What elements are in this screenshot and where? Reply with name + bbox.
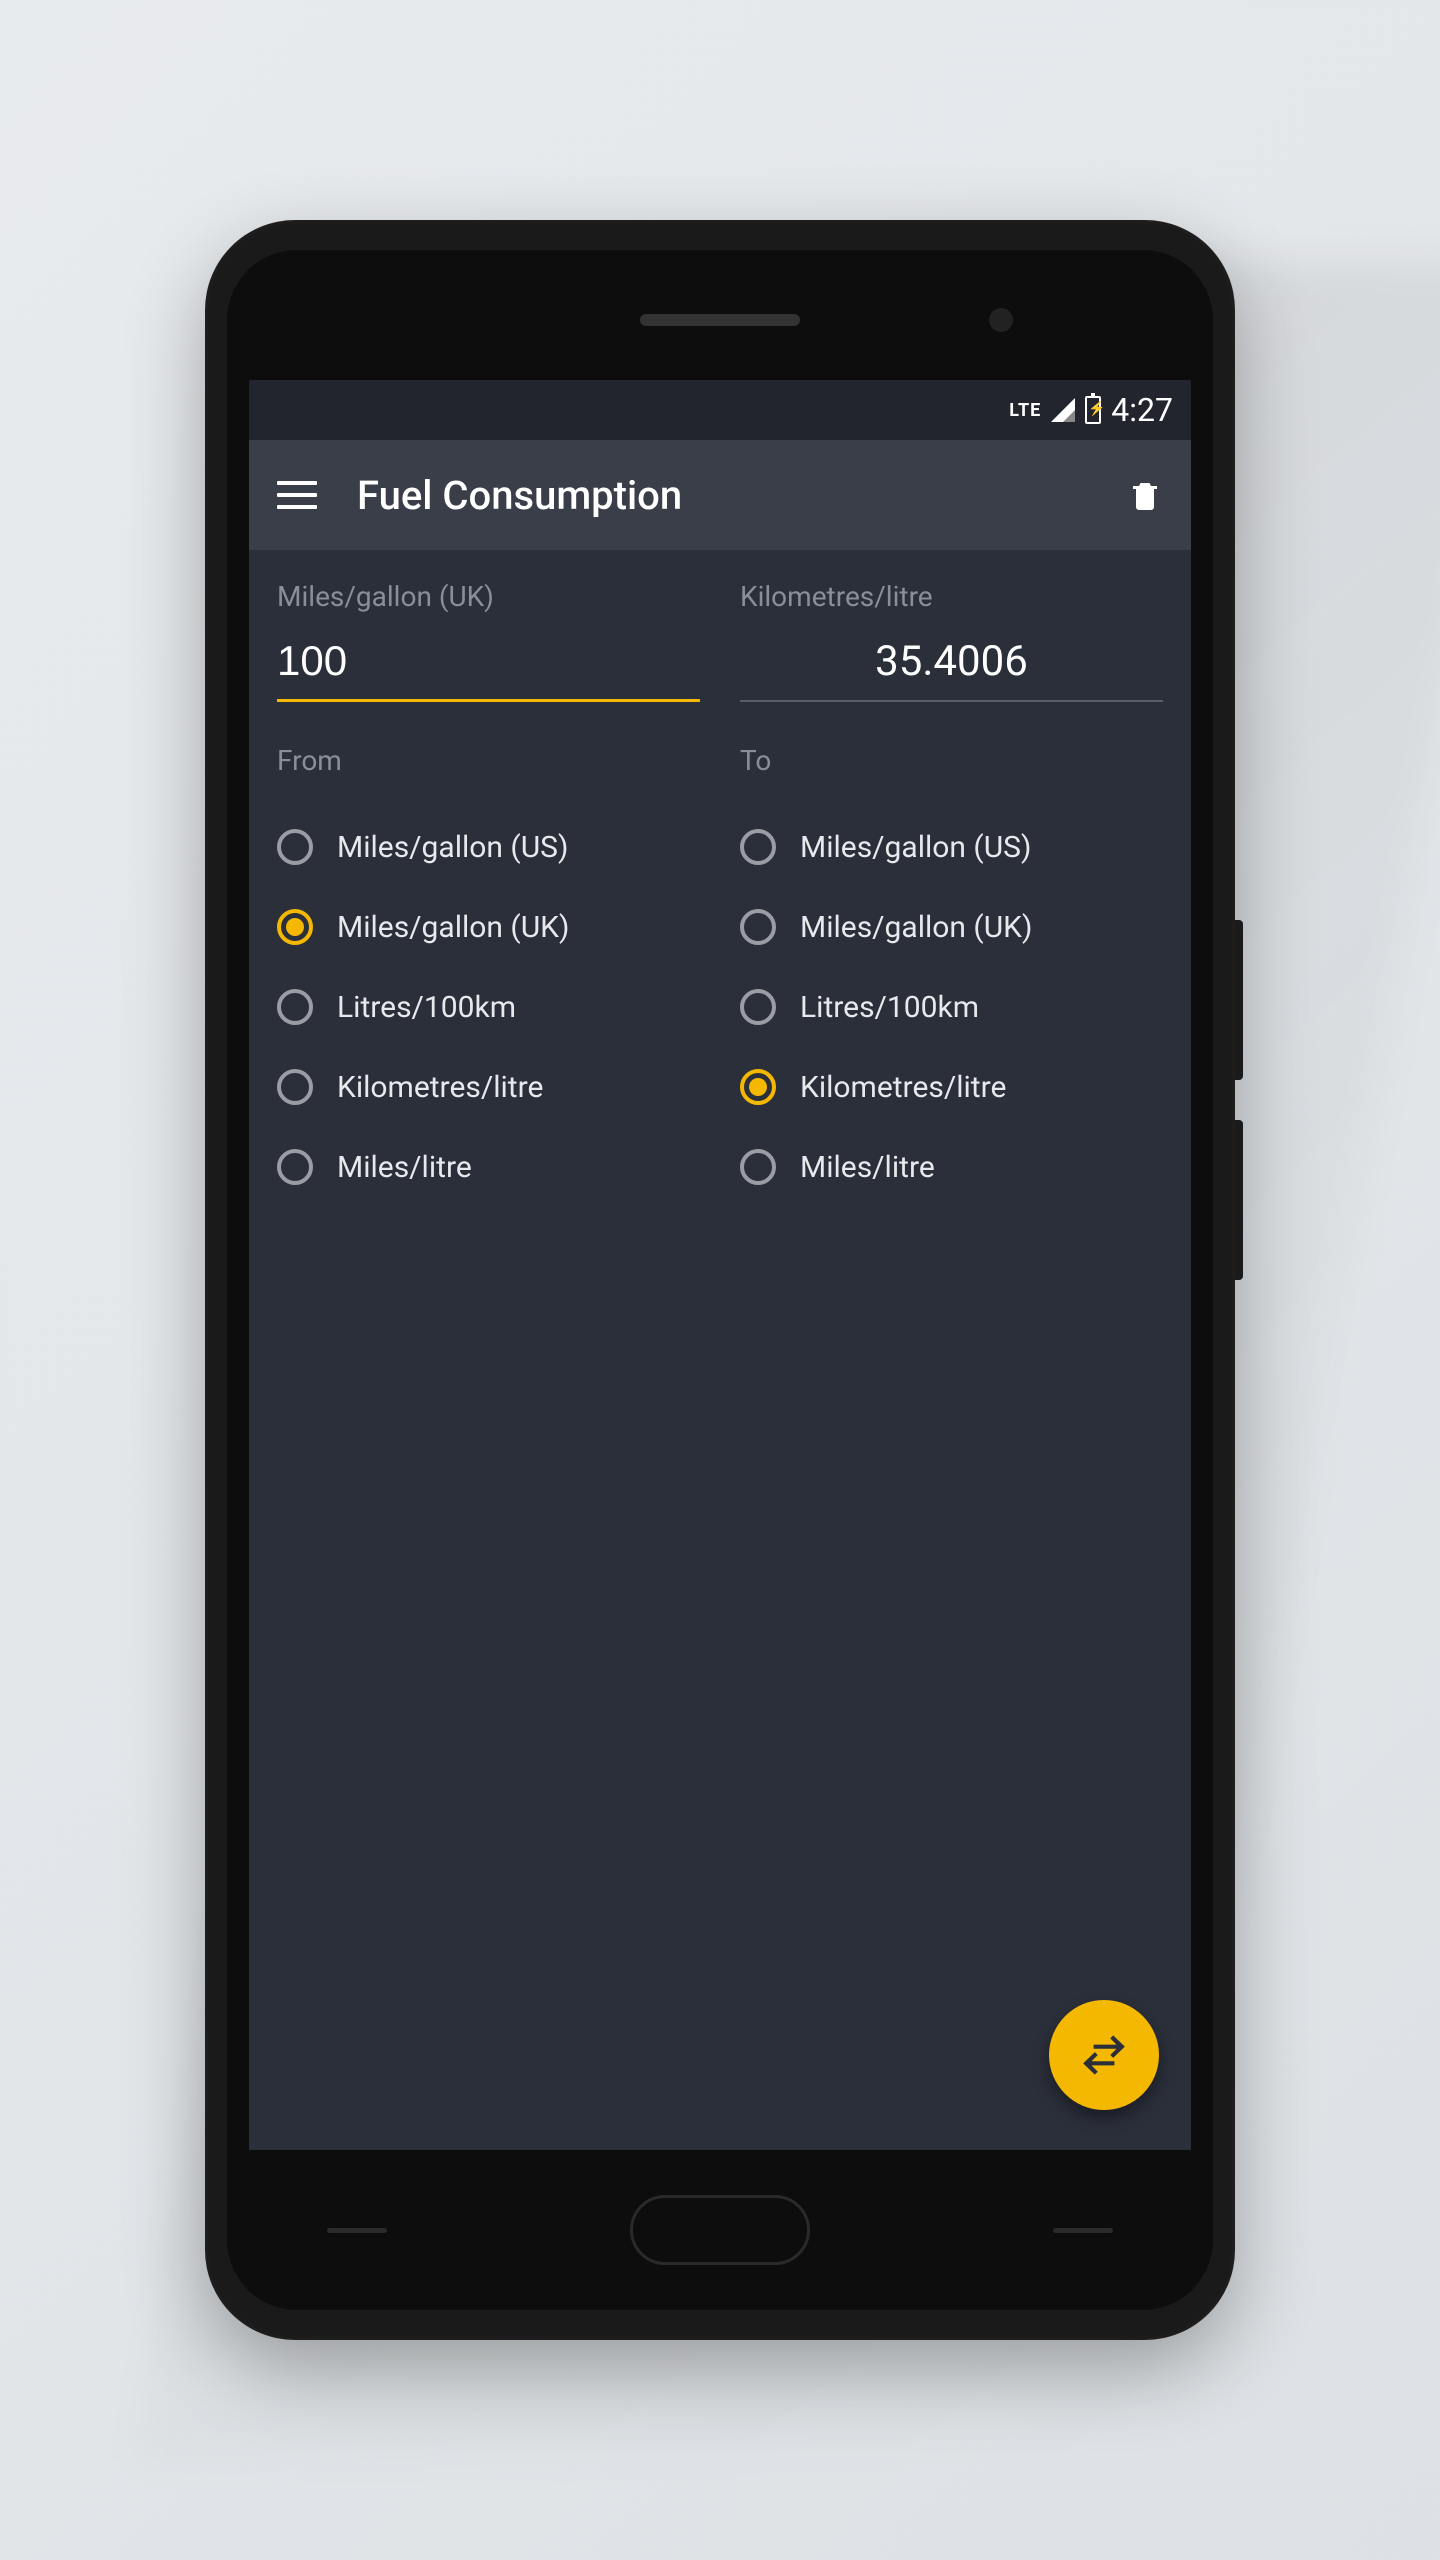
page-title: Fuel Consumption — [357, 472, 1087, 519]
from-column: Miles/gallon (UK) From Miles/gallon (US)… — [277, 580, 700, 1207]
radio-label: Litres/100km — [337, 990, 516, 1025]
radio-label: Miles/gallon (US) — [337, 830, 568, 865]
radio-icon — [277, 989, 313, 1025]
to-section-label: To — [740, 744, 1163, 777]
radio-icon — [740, 1149, 776, 1185]
phone-speaker — [640, 314, 800, 326]
battery-icon — [1085, 396, 1101, 424]
to-option-0[interactable]: Miles/gallon (US) — [740, 807, 1163, 887]
menu-icon[interactable] — [277, 481, 317, 509]
nav-home[interactable] — [630, 2195, 810, 2265]
from-option-4[interactable]: Miles/litre — [277, 1127, 700, 1207]
radio-icon — [277, 829, 313, 865]
phone-camera — [989, 308, 1013, 332]
from-section-label: From — [277, 744, 700, 777]
app-screen: LTE 4:27 Fuel Consumption Miles/gallon (… — [249, 380, 1191, 2150]
radio-label: Miles/gallon (UK) — [800, 910, 1032, 945]
radio-icon — [277, 1149, 313, 1185]
nav-recent[interactable] — [1053, 2228, 1113, 2233]
from-option-2[interactable]: Litres/100km — [277, 967, 700, 1047]
delete-button[interactable] — [1127, 473, 1163, 517]
to-value-display: 35.4006 — [740, 631, 1163, 702]
radio-icon — [740, 989, 776, 1025]
to-unit-label: Kilometres/litre — [740, 580, 1163, 613]
signal-icon — [1051, 398, 1075, 422]
nav-back[interactable] — [327, 2228, 387, 2233]
network-indicator: LTE — [1009, 400, 1041, 421]
clock: 4:27 — [1111, 391, 1173, 429]
from-option-0[interactable]: Miles/gallon (US) — [277, 807, 700, 887]
radio-label: Miles/litre — [337, 1150, 472, 1185]
from-option-1[interactable]: Miles/gallon (UK) — [277, 887, 700, 967]
phone-frame: LTE 4:27 Fuel Consumption Miles/gallon (… — [205, 220, 1235, 2340]
radio-label: Miles/gallon (US) — [800, 830, 1031, 865]
from-value-input[interactable] — [277, 631, 700, 702]
content-area: Miles/gallon (UK) From Miles/gallon (US)… — [249, 550, 1191, 2150]
status-bar: LTE 4:27 — [249, 380, 1191, 440]
volume-down-button[interactable] — [1235, 1120, 1243, 1280]
to-column: Kilometres/litre 35.4006 To Miles/gallon… — [740, 580, 1163, 1207]
radio-label: Miles/litre — [800, 1150, 935, 1185]
volume-up-button[interactable] — [1235, 920, 1243, 1080]
app-bar: Fuel Consumption — [249, 440, 1191, 550]
radio-icon — [740, 909, 776, 945]
to-option-2[interactable]: Litres/100km — [740, 967, 1163, 1047]
phone-nav-bar — [227, 2150, 1213, 2310]
from-option-3[interactable]: Kilometres/litre — [277, 1047, 700, 1127]
to-option-3[interactable]: Kilometres/litre — [740, 1047, 1163, 1127]
radio-icon — [277, 1069, 313, 1105]
radio-icon — [740, 829, 776, 865]
radio-label: Kilometres/litre — [800, 1070, 1006, 1105]
radio-icon — [277, 909, 313, 945]
from-unit-label: Miles/gallon (UK) — [277, 580, 700, 613]
to-option-4[interactable]: Miles/litre — [740, 1127, 1163, 1207]
radio-label: Litres/100km — [800, 990, 979, 1025]
radio-label: Miles/gallon (UK) — [337, 910, 569, 945]
swap-button[interactable] — [1049, 2000, 1159, 2110]
to-option-1[interactable]: Miles/gallon (UK) — [740, 887, 1163, 967]
radio-icon — [740, 1069, 776, 1105]
radio-label: Kilometres/litre — [337, 1070, 543, 1105]
